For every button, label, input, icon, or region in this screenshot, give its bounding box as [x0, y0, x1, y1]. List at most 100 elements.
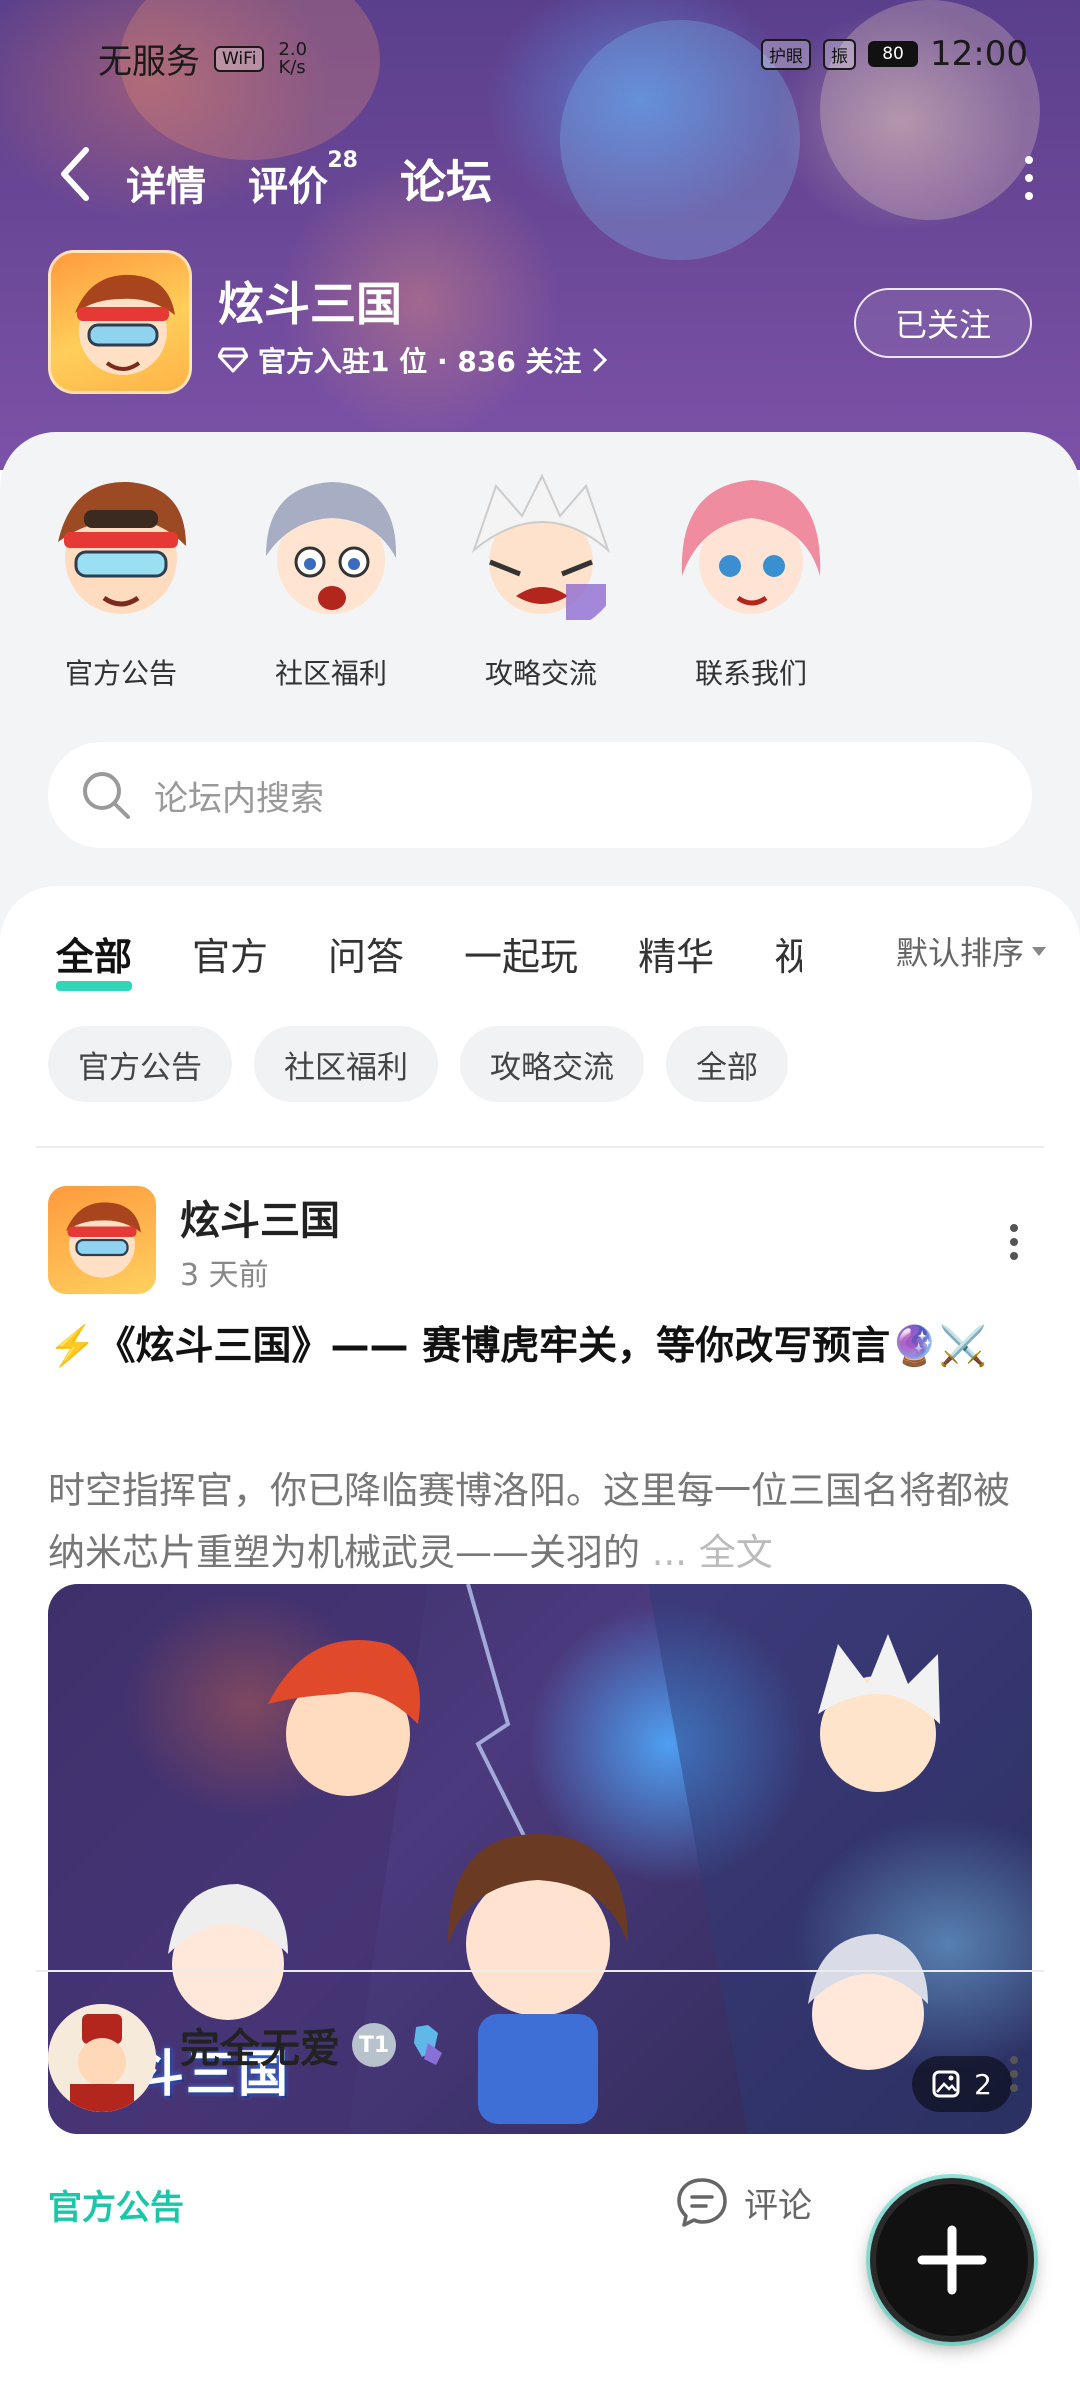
chip-official-announcements[interactable]: 官方公告	[48, 1026, 232, 1102]
game-name: 炫斗三国	[218, 277, 402, 331]
search-icon	[83, 772, 130, 819]
battery-icon: 80	[868, 41, 919, 67]
comment-label: 评论	[744, 2185, 812, 2226]
back-button[interactable]	[50, 144, 100, 204]
create-post-button[interactable]	[870, 2178, 1034, 2342]
shortcut-community-benefits[interactable]: 社区福利	[246, 466, 416, 692]
tab-all[interactable]: 全部	[56, 926, 133, 991]
author-name[interactable]: 完全无爱 T1	[180, 2016, 448, 2074]
dot-icon	[1010, 1252, 1018, 1260]
tab-reviews-label: 评价	[248, 164, 328, 210]
author-name-text: 完全无爱	[180, 2026, 340, 2072]
chevron-right-icon	[593, 348, 607, 372]
carrier-text: 无服务	[98, 42, 200, 82]
top-nav: 详情 评价 28 论坛	[0, 140, 1080, 220]
dot-icon	[1010, 2056, 1018, 2064]
dot-icon	[1010, 1224, 1018, 1232]
net-speed: 2.0 K/s	[278, 38, 308, 78]
chevron-left-icon	[61, 147, 89, 201]
post-feed: 全部 官方 问答 一起玩 精华 视频 默认排序 官方公告 社区福利 攻略交流 全…	[0, 886, 1080, 2400]
diamond-icon	[218, 347, 248, 373]
chip-community-benefits[interactable]: 社区福利	[254, 1026, 438, 1102]
shortcut-official-announcements[interactable]: 官方公告	[36, 466, 206, 692]
author-name[interactable]: 炫斗三国	[180, 1188, 340, 1246]
post-ellipsis: ...	[640, 1531, 699, 1574]
vibrate-icon: 振	[823, 38, 857, 70]
clock: 12:00	[930, 34, 1028, 74]
dot-icon	[1010, 2070, 1018, 2078]
shortcut-contact-us[interactable]: 联系我们	[666, 466, 836, 692]
post-body-text: 时空指挥官，你已降临赛博洛阳。这里每一位三国名将都被纳米芯片重塑为机械武灵——关…	[48, 1469, 1010, 1574]
shortcut-avatar	[246, 466, 416, 636]
status-bar: 无服务 WiFi 2.0 K/s 护眼 振 80 12:00	[0, 30, 1080, 82]
post-category-tag[interactable]: 官方公告	[48, 2180, 184, 2229]
divider	[36, 1970, 1044, 1972]
tab-qa[interactable]: 问答	[328, 926, 404, 981]
search-placeholder: 论坛内搜索	[154, 778, 324, 819]
nav-tabs: 详情 评价 28 论坛	[126, 146, 492, 212]
shortcut-label: 社区福利	[274, 657, 387, 690]
dot-icon	[1025, 156, 1033, 164]
game-meta[interactable]: 官方入驻1 位 · 836 关注	[218, 340, 608, 380]
more-options-button[interactable]	[1014, 150, 1044, 206]
post-more-button[interactable]	[1010, 1224, 1020, 1260]
author-avatar[interactable]	[48, 2004, 156, 2112]
dot-icon	[1025, 192, 1033, 200]
shortcut-avatar	[456, 466, 626, 636]
forum-search-input[interactable]: 论坛内搜索	[48, 742, 1032, 848]
full-text-link[interactable]: 全文	[699, 1531, 773, 1574]
character-avatar-art	[471, 473, 611, 620]
image-count: 2	[974, 2067, 992, 2101]
post-more-button[interactable]	[1010, 2056, 1020, 2092]
shortcut-strategy-exchange[interactable]: 攻略交流	[456, 466, 626, 692]
comment-button[interactable]: 评论	[674, 2174, 812, 2230]
character-avatar-art	[266, 482, 397, 614]
game-icon[interactable]	[48, 250, 192, 394]
tab-forum[interactable]: 论坛	[400, 146, 492, 212]
dot-icon	[1010, 1238, 1018, 1246]
eye-care-icon: 护眼	[761, 38, 812, 70]
tab-featured[interactable]: 精华	[638, 926, 714, 981]
post-title[interactable]: ⚡️《炫斗三国》—— 赛博虎牢关，等你改写预言🔮⚔️	[48, 1316, 1038, 1378]
tab-official[interactable]: 官方	[192, 926, 268, 981]
dot-icon	[1025, 174, 1033, 182]
tab-play-together[interactable]: 一起玩	[464, 926, 578, 981]
wifi-icon: WiFi	[214, 45, 265, 72]
dot-icon	[1010, 2084, 1018, 2092]
image-count-badge: 2	[912, 2056, 1012, 2112]
author-avatar[interactable]	[48, 1186, 156, 1294]
plus-icon	[917, 2225, 987, 2295]
post-body[interactable]: 时空指挥官，你已降临赛博洛阳。这里每一位三国名将都被纳米芯片重塑为机械武灵——关…	[48, 1460, 1038, 1584]
game-meta-text: 官方入驻1 位 · 836 关注	[258, 345, 582, 378]
tab-reviews[interactable]: 评价 28	[248, 148, 358, 212]
user-avatar-art	[48, 2004, 156, 2112]
shortcut-label: 联系我们	[694, 657, 807, 690]
forum-content: 官方公告 社区福利 攻略交流 联系我们 论坛内搜索 全部 官方 问答 一起玩 精…	[0, 432, 1080, 2400]
post-time: 3 天前	[180, 1258, 269, 1293]
image-icon	[932, 2070, 960, 2098]
shortcut-label: 攻略交流	[484, 657, 597, 690]
tab-details[interactable]: 详情	[126, 154, 206, 212]
divider	[36, 1146, 1044, 1148]
shortcut-avatar	[666, 466, 836, 636]
shortcut-label: 官方公告	[64, 657, 177, 690]
chip-all[interactable]: 全部	[666, 1026, 788, 1102]
comment-icon	[677, 2178, 727, 2227]
review-count-badge: 28	[327, 148, 358, 173]
shortcut-avatar	[36, 466, 206, 636]
category-chips: 官方公告 社区福利 攻略交流 全部	[48, 1026, 788, 1102]
character-avatar-art	[681, 480, 821, 614]
character-avatar-art	[58, 481, 186, 614]
shortcut-row: 官方公告 社区福利 攻略交流 联系我们	[36, 466, 836, 692]
level-badge: T1	[352, 2023, 396, 2067]
game-character-art	[66, 1202, 141, 1278]
sort-dropdown[interactable]: 默认排序	[875, 928, 1046, 974]
caret-down-icon	[1032, 946, 1046, 956]
game-info: 炫斗三国 官方入驻1 位 · 836 关注 已关注	[48, 250, 1032, 400]
tab-video[interactable]: 视频	[774, 926, 802, 981]
sort-label: 默认排序	[895, 934, 1024, 972]
follow-button[interactable]: 已关注	[854, 288, 1032, 358]
feed-tabs-row: 全部 官方 问答 一起玩 精华 视频 默认排序	[56, 926, 1046, 991]
chip-strategy-exchange[interactable]: 攻略交流	[460, 1026, 644, 1102]
medal-icon	[414, 2025, 442, 2065]
